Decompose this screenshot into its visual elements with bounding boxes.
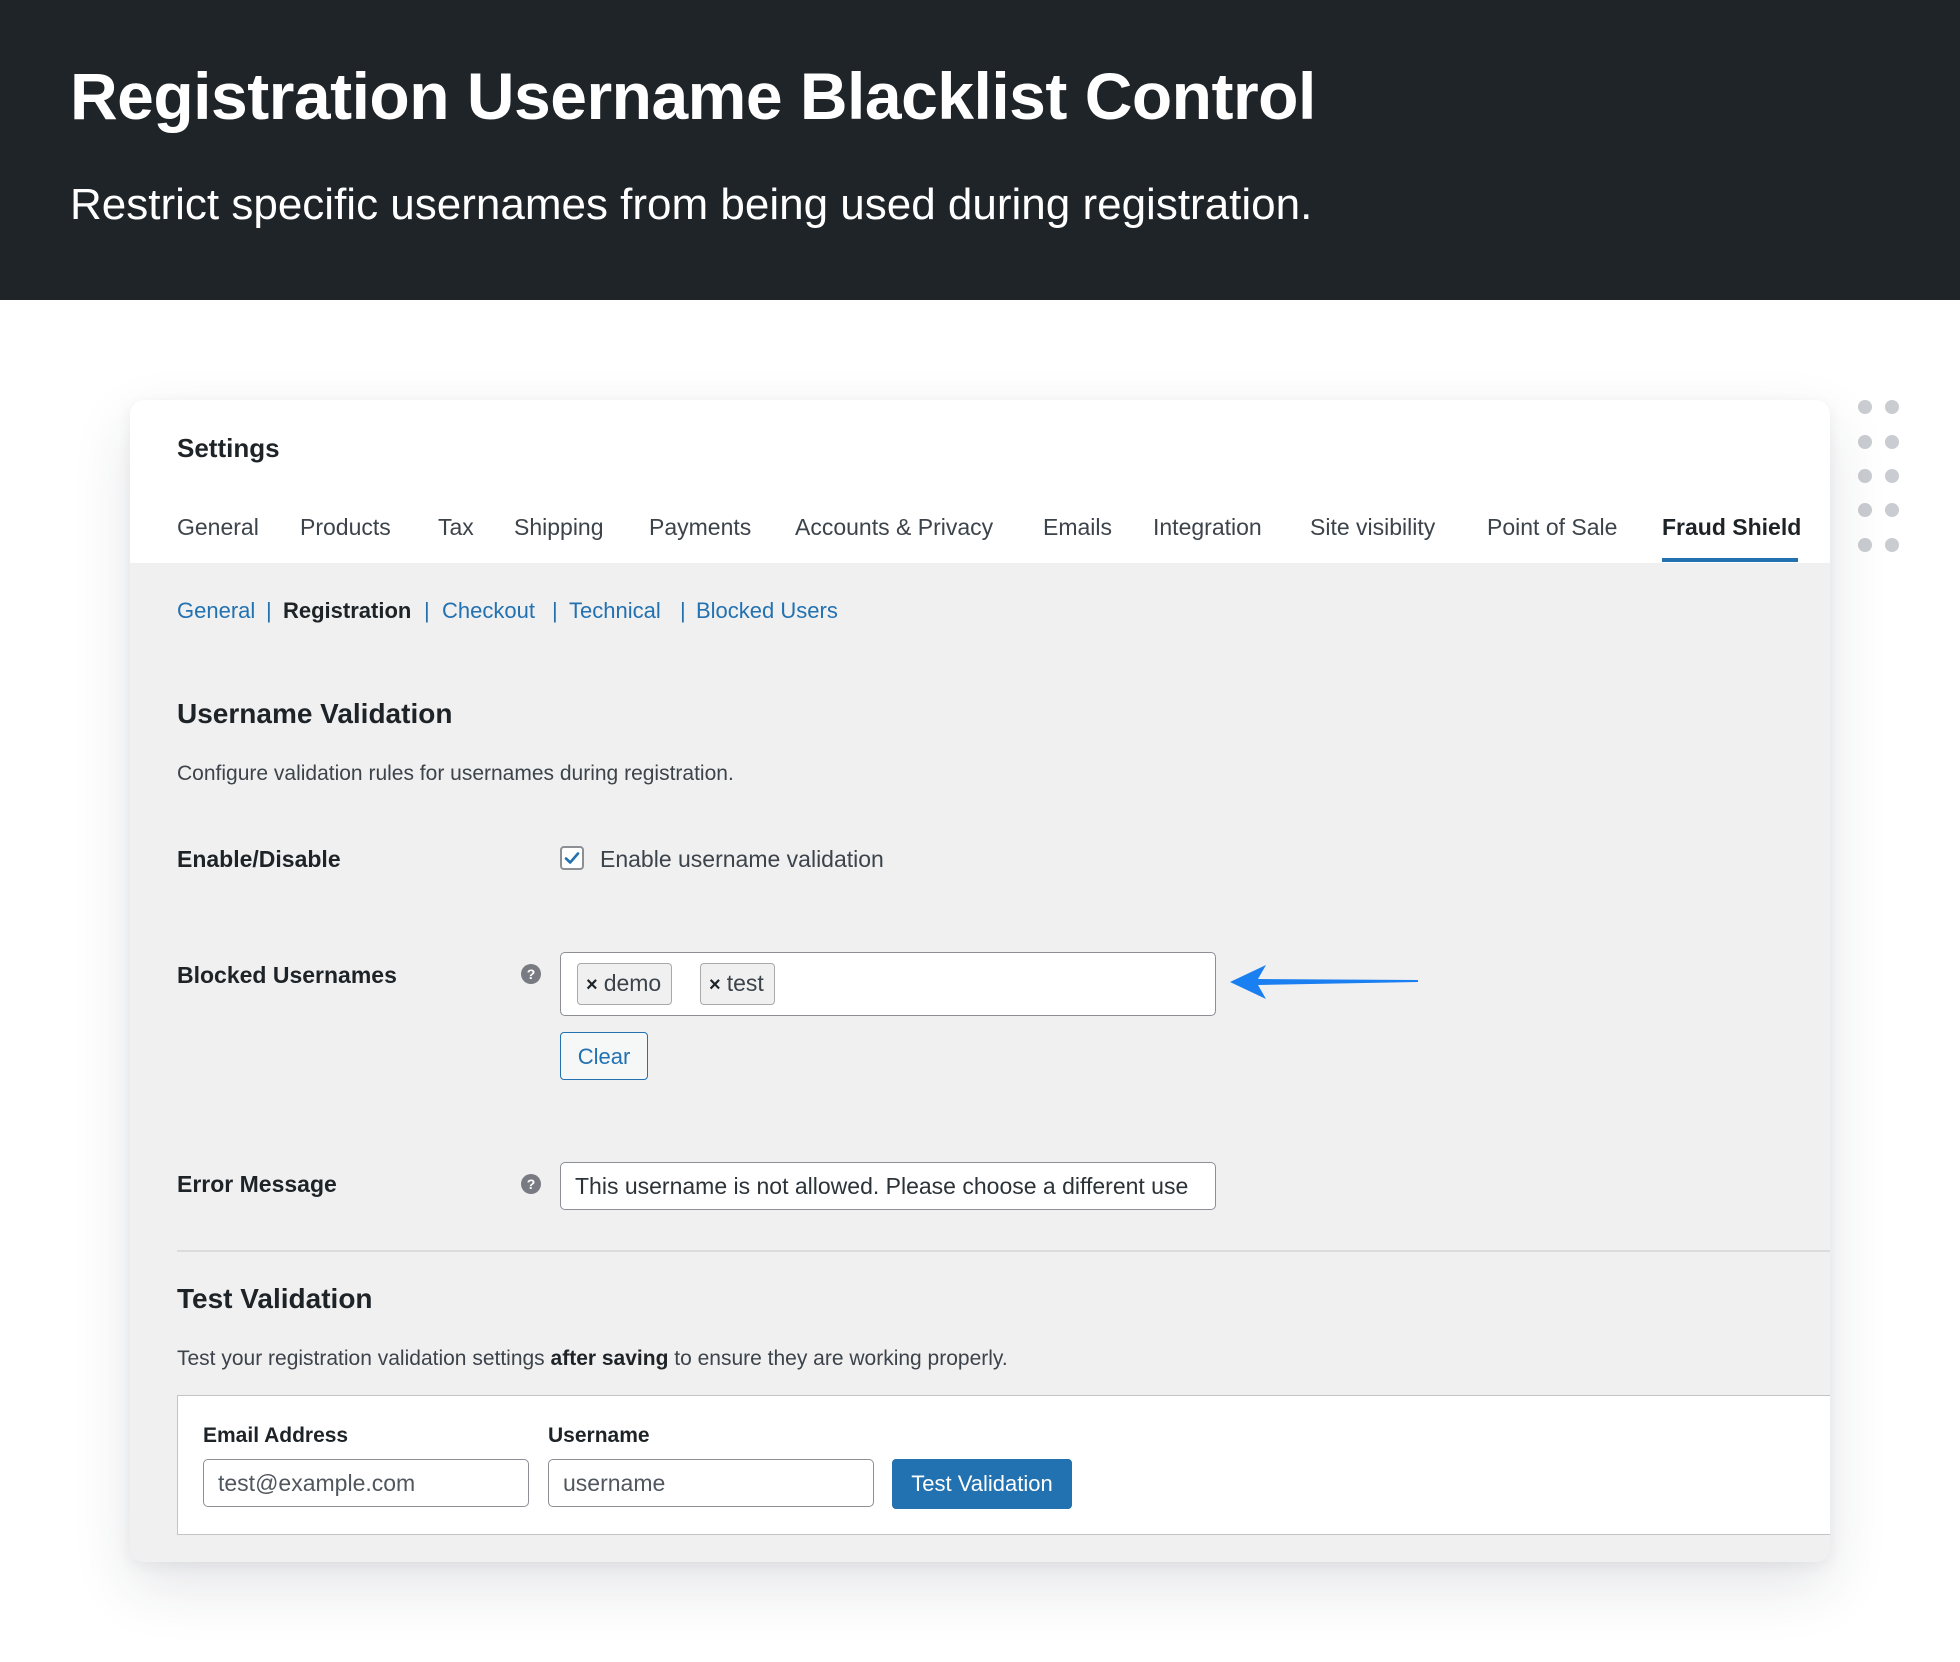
help-circle-icon[interactable]: ? <box>521 964 541 984</box>
help-circle-icon[interactable]: ? <box>521 1174 541 1194</box>
username-label: Username <box>548 1424 650 1447</box>
remove-tag-icon[interactable]: × <box>586 974 598 996</box>
username-validation-heading: Username Validation <box>177 698 453 729</box>
subnav-technical[interactable]: Technical <box>569 598 661 624</box>
blocked-usernames-label: Blocked Usernames <box>177 962 397 988</box>
settings-card: Settings General Products Tax Shipping P… <box>130 400 1830 1562</box>
test-validation-panel: Email Address Username Test Validation <box>177 1395 1830 1535</box>
test-validation-heading: Test Validation <box>177 1283 373 1314</box>
subnav-separator: | <box>680 598 686 623</box>
dot-grid-icon <box>1858 400 1904 556</box>
subnav-checkout[interactable]: Checkout <box>442 598 535 624</box>
test-validation-button[interactable]: Test Validation <box>892 1459 1072 1509</box>
error-message-label: Error Message <box>177 1171 337 1197</box>
subnav-separator: | <box>552 598 558 623</box>
enable-disable-label: Enable/Disable <box>177 846 341 872</box>
tab-site-visibility[interactable]: Site visibility <box>1310 514 1435 541</box>
hero-subtitle: Restrict specific usernames from being u… <box>70 180 1313 229</box>
username-tag: × demo <box>577 963 673 1005</box>
tab-emails[interactable]: Emails <box>1043 514 1112 541</box>
settings-header: Settings General Products Tax Shipping P… <box>130 400 1830 563</box>
username-validation-description: Configure validation rules for usernames… <box>177 762 734 785</box>
tag-label: demo <box>603 970 662 996</box>
left-arrow-icon <box>1230 965 1418 999</box>
description-emphasis: after saving <box>550 1347 669 1370</box>
hero-title: Registration Username Blacklist Control <box>70 59 1316 133</box>
error-message-input[interactable] <box>560 1162 1216 1210</box>
remove-tag-icon[interactable]: × <box>709 974 721 996</box>
username-field[interactable] <box>548 1459 874 1507</box>
test-validation-description: Test your registration validation settin… <box>177 1347 1008 1371</box>
enable-validation-checkbox[interactable] <box>560 846 584 870</box>
subnav-separator: | <box>266 598 272 623</box>
subnav-blocked-users[interactable]: Blocked Users <box>696 598 838 624</box>
tab-fraud-shield[interactable]: Fraud Shield <box>1662 514 1801 541</box>
username-tag: × test <box>700 963 775 1005</box>
tab-point-of-sale[interactable]: Point of Sale <box>1487 514 1617 541</box>
description-text: to ensure they are working properly. <box>668 1347 1008 1370</box>
tag-label: test <box>726 970 764 996</box>
tab-tax[interactable]: Tax <box>438 514 474 541</box>
tab-general[interactable]: General <box>177 514 259 541</box>
email-address-label: Email Address <box>203 1424 349 1447</box>
section-divider <box>177 1250 1830 1252</box>
subnav-registration[interactable]: Registration <box>283 598 411 624</box>
subnav-separator: | <box>424 598 430 623</box>
tab-shipping[interactable]: Shipping <box>514 514 604 541</box>
tab-payments[interactable]: Payments <box>649 514 751 541</box>
hero-banner: Registration Username Blacklist Control … <box>0 0 1960 300</box>
tab-accounts-privacy[interactable]: Accounts & Privacy <box>795 514 993 541</box>
clear-button[interactable]: Clear <box>560 1032 648 1080</box>
tab-integration[interactable]: Integration <box>1153 514 1262 541</box>
subnav-general[interactable]: General <box>177 598 255 624</box>
email-field[interactable] <box>203 1459 529 1507</box>
page-title: Settings <box>177 433 280 463</box>
tab-products[interactable]: Products <box>300 514 391 541</box>
checkmark-icon <box>564 852 580 864</box>
description-text: Test your registration validation settin… <box>177 1347 551 1370</box>
active-tab-indicator <box>1662 558 1798 562</box>
blocked-usernames-input[interactable]: × demo × test <box>560 952 1216 1016</box>
enable-validation-label[interactable]: Enable username validation <box>600 846 884 873</box>
